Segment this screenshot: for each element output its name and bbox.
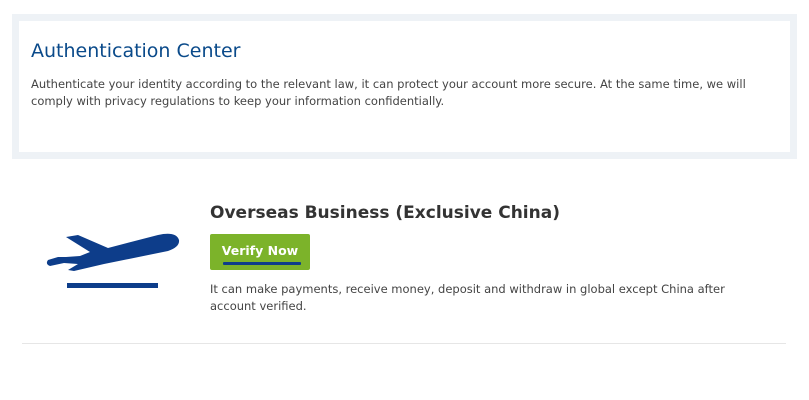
divider: [22, 343, 786, 344]
business-description: It can make payments, receive money, dep…: [210, 282, 725, 313]
verify-now-button[interactable]: Verify Now: [210, 234, 310, 270]
page: Authentication Center Authenticate your …: [0, 0, 809, 400]
airplane-takeoff-icon: [46, 233, 180, 288]
authentication-description: Authenticate your identity according to …: [31, 77, 746, 108]
verify-now-label: Verify Now: [221, 243, 299, 258]
page-title: Authentication Center: [31, 40, 241, 62]
focus-underline: [223, 262, 301, 265]
business-title: Overseas Business (Exclusive China): [210, 203, 560, 223]
